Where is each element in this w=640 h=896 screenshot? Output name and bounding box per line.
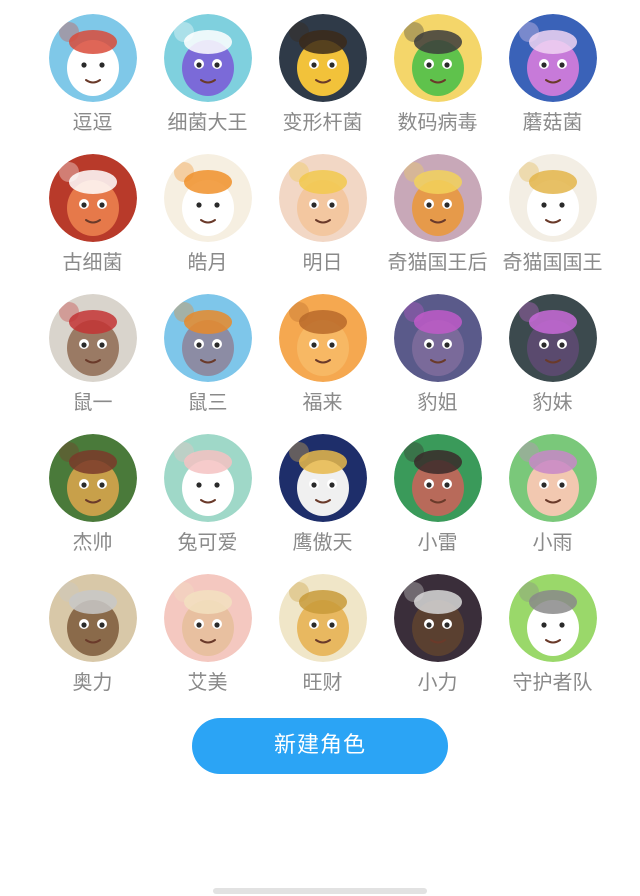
- character-name: 鼠三: [187, 390, 228, 414]
- home-indicator[interactable]: [213, 888, 427, 894]
- character-item[interactable]: 变形杆菌: [265, 14, 380, 154]
- character-item[interactable]: 兔可爱: [150, 434, 265, 574]
- character-name: 兔可爱: [177, 530, 238, 554]
- blonde-girl-avatar-icon: [278, 154, 367, 242]
- blonde-woman-avatar-icon: [163, 574, 252, 662]
- character-name: 福来: [302, 390, 343, 414]
- pink-hair-girl-avatar-icon: [508, 434, 597, 522]
- character-item[interactable]: 明日: [265, 154, 380, 294]
- green-robot-avatar-icon: [393, 14, 482, 102]
- character-item[interactable]: 旺财: [265, 574, 380, 714]
- gray-mouse-avatar-icon: [163, 294, 252, 382]
- character-item[interactable]: 杰帅: [35, 434, 150, 574]
- character-item[interactable]: 奥力: [35, 574, 150, 714]
- character-name: 豹妹: [532, 390, 573, 414]
- character-grid: 逗逗 细菌大王 变形杆菌 数码病毒 蘑菇菌古细菌 皓月 明日 奇猫国王后 奇猫国国王鼠一 鼠三 福来…: [0, 14, 640, 714]
- character-item[interactable]: 艾美: [150, 574, 265, 714]
- black-bear-avatar-icon: [393, 574, 482, 662]
- orange-hair-girl-avatar-icon: [163, 154, 252, 242]
- character-name: 奇猫国王后: [387, 250, 488, 274]
- character-name: 奥力: [72, 670, 113, 694]
- character-item[interactable]: 细菌大王: [150, 14, 265, 154]
- character-item[interactable]: 福来: [265, 294, 380, 434]
- cyclops-elder-avatar-icon: [48, 154, 137, 242]
- character-item[interactable]: 逗逗: [35, 14, 150, 154]
- eagle-avatar-icon: [278, 434, 367, 522]
- guardian-group-avatar-icon: [508, 574, 597, 662]
- character-item[interactable]: 小雷: [380, 434, 495, 574]
- character-name: 蘑菇菌: [522, 110, 583, 134]
- character-item[interactable]: 奇猫国国王: [495, 154, 610, 294]
- golden-dog-avatar-icon: [278, 574, 367, 662]
- boar-avatar-icon: [393, 434, 482, 522]
- character-name: 数码病毒: [397, 110, 478, 134]
- character-name: 旺财: [302, 670, 343, 694]
- armored-bear-avatar-icon: [48, 574, 137, 662]
- character-item[interactable]: 小力: [380, 574, 495, 714]
- character-item[interactable]: 古细菌: [35, 154, 150, 294]
- tiger-queen-avatar-icon: [393, 154, 482, 242]
- character-name: 小雷: [417, 530, 458, 554]
- bunny-avatar-icon: [163, 434, 252, 522]
- character-name: 细菌大王: [167, 110, 248, 134]
- character-item[interactable]: 鹰傲天: [265, 434, 380, 574]
- leopard-sister-avatar-icon: [393, 294, 482, 382]
- mushroom-creature-avatar-icon: [508, 14, 597, 102]
- character-item[interactable]: 守护者队: [495, 574, 610, 714]
- character-name: 杰帅: [72, 530, 113, 554]
- character-name: 鹰傲天: [292, 530, 353, 554]
- character-name: 守护者队: [512, 670, 593, 694]
- character-name: 鼠一: [72, 390, 113, 414]
- lion-basketball-avatar-icon: [48, 434, 137, 522]
- orange-cat-avatar-icon: [278, 294, 367, 382]
- character-item[interactable]: 豹妹: [495, 294, 610, 434]
- new-character-button[interactable]: 新建角色: [192, 718, 448, 774]
- character-name: 逗逗: [72, 110, 113, 134]
- character-name: 皓月: [187, 250, 228, 274]
- white-lion-king-avatar-icon: [508, 154, 597, 242]
- character-name: 古细菌: [62, 250, 123, 274]
- character-name: 艾美: [187, 670, 228, 694]
- character-name: 变形杆菌: [282, 110, 363, 134]
- character-item[interactable]: 皓月: [150, 154, 265, 294]
- character-name: 小雨: [532, 530, 573, 554]
- banana-creature-avatar-icon: [278, 14, 367, 102]
- character-item[interactable]: 数码病毒: [380, 14, 495, 154]
- purple-monster-avatar-icon: [163, 14, 252, 102]
- character-name: 豹姐: [417, 390, 458, 414]
- leopard-girl-avatar-icon: [508, 294, 597, 382]
- character-item[interactable]: 鼠一: [35, 294, 150, 434]
- character-name: 明日: [302, 250, 343, 274]
- character-item[interactable]: 蘑菇菌: [495, 14, 610, 154]
- character-item[interactable]: 豹姐: [380, 294, 495, 434]
- bear-cap-avatar-icon: [48, 14, 137, 102]
- character-item[interactable]: 鼠三: [150, 294, 265, 434]
- character-name: 小力: [417, 670, 458, 694]
- character-item[interactable]: 奇猫国王后: [380, 154, 495, 294]
- character-name: 奇猫国国王: [502, 250, 603, 274]
- basketball-mouse-avatar-icon: [48, 294, 137, 382]
- character-item[interactable]: 小雨: [495, 434, 610, 574]
